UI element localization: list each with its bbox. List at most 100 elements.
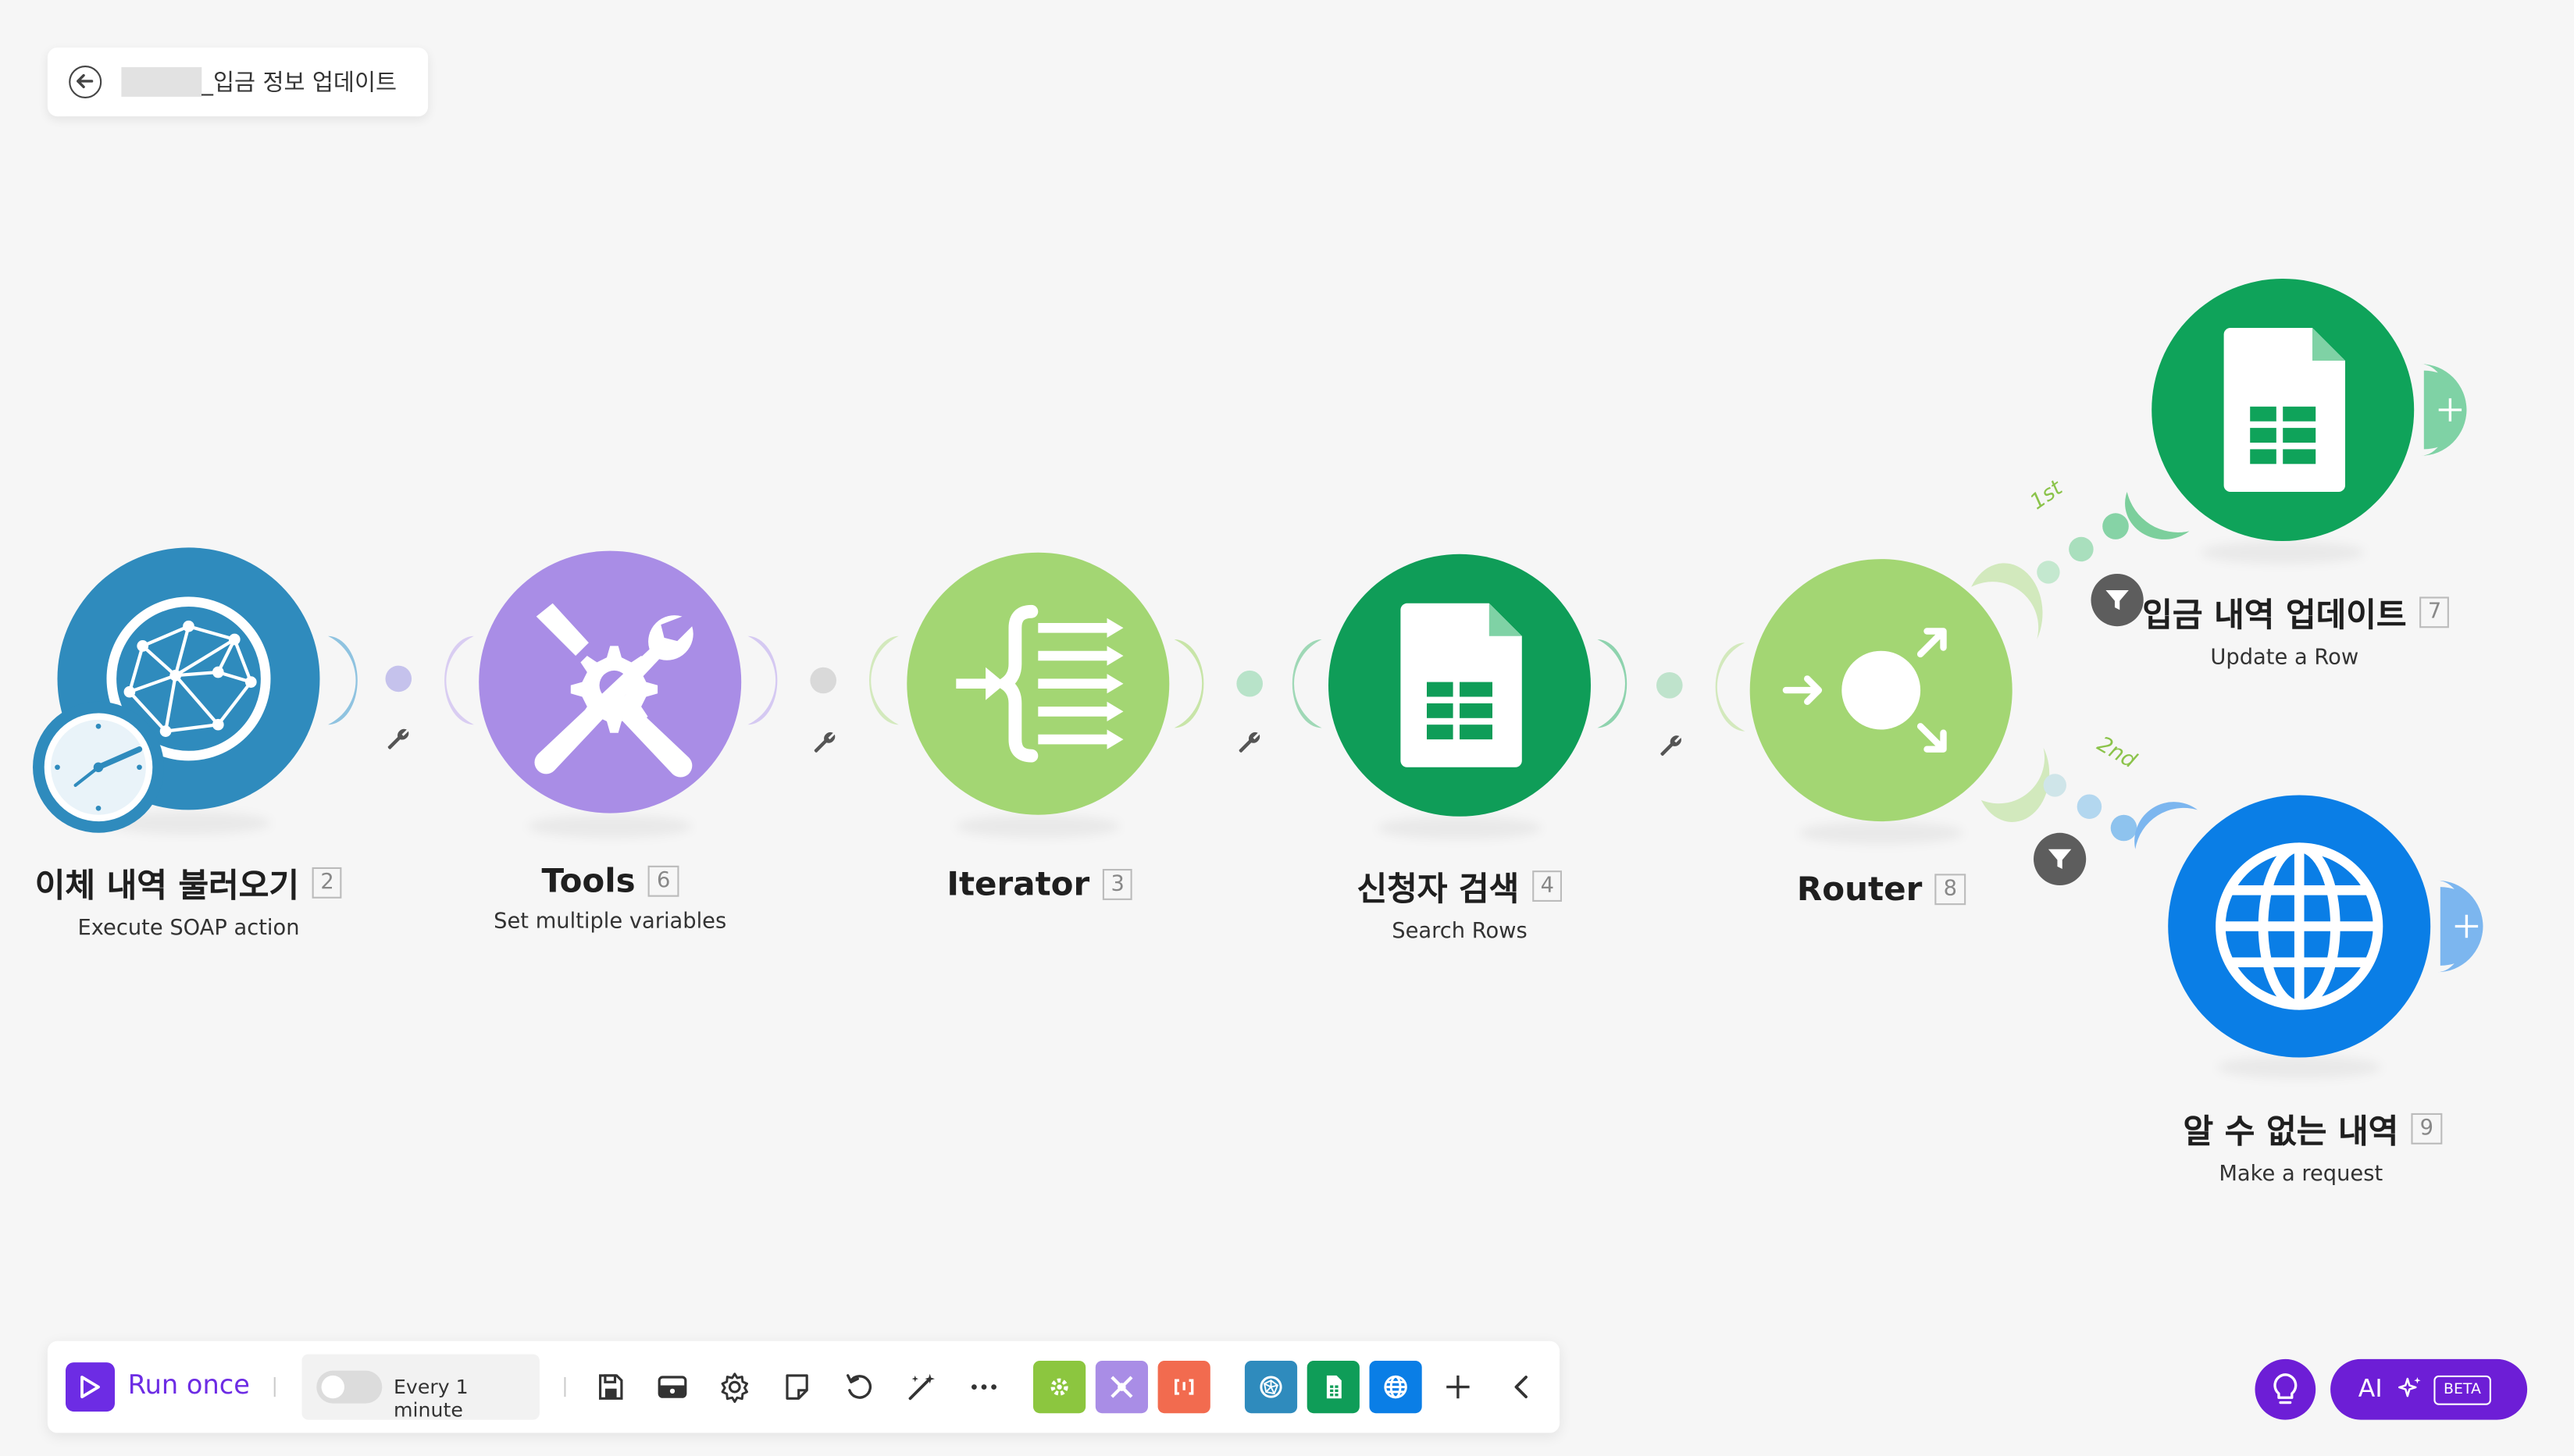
module-sheets-search[interactable] bbox=[1328, 554, 1591, 817]
connector-dot bbox=[1656, 671, 1683, 699]
notes-icon[interactable] bbox=[781, 1371, 814, 1404]
undo-icon[interactable] bbox=[843, 1371, 875, 1404]
divider bbox=[273, 1376, 276, 1397]
module-router[interactable] bbox=[1749, 559, 2012, 822]
google-sheets-icon bbox=[2223, 327, 2345, 492]
module-name: Tools bbox=[541, 860, 636, 900]
add-module-plus-icon[interactable] bbox=[2420, 364, 2480, 456]
scenario-io-icon[interactable] bbox=[656, 1371, 689, 1404]
connector-dot bbox=[1236, 670, 1263, 697]
connector-dot bbox=[2102, 513, 2129, 539]
add-module-plus-icon[interactable] bbox=[2437, 880, 2497, 973]
connector-dot bbox=[385, 665, 412, 692]
run-once-label[interactable]: Run once bbox=[128, 1369, 250, 1400]
module-name: Iterator bbox=[947, 863, 1090, 904]
output-handle[interactable] bbox=[1597, 639, 1627, 728]
module-http[interactable] bbox=[2168, 795, 2431, 1058]
ai-label: AI bbox=[2358, 1373, 2383, 1404]
module-action: Set multiple variables bbox=[494, 910, 727, 935]
wrench-icon[interactable] bbox=[1236, 729, 1263, 756]
add-icon[interactable] bbox=[1442, 1371, 1474, 1404]
module-label: 알 수 없는 내역 9 Make a request bbox=[2184, 1105, 2442, 1187]
soap-app-icon[interactable] bbox=[1244, 1360, 1298, 1414]
settings-icon[interactable] bbox=[718, 1371, 751, 1404]
module-iterator[interactable] bbox=[907, 552, 1170, 815]
module-shadow bbox=[2201, 540, 2365, 564]
module-action: Search Rows bbox=[1392, 920, 1528, 945]
http-globe-icon bbox=[2216, 842, 2383, 1010]
schedule-clock-icon[interactable] bbox=[31, 700, 166, 835]
iterator-icon bbox=[956, 604, 1124, 763]
module-id-badge: 9 bbox=[2412, 1112, 2442, 1145]
input-handle[interactable] bbox=[1292, 639, 1322, 728]
input-handle[interactable] bbox=[869, 635, 899, 725]
lightbulb-icon bbox=[2273, 1373, 2298, 1404]
tools-app-icon[interactable] bbox=[1095, 1360, 1148, 1414]
module-shadow bbox=[956, 814, 1121, 838]
module-id-badge: 8 bbox=[1935, 873, 1966, 905]
output-handle[interactable] bbox=[747, 635, 778, 725]
google-sheets-app-icon[interactable] bbox=[1307, 1360, 1360, 1414]
module-label: Iterator 3 bbox=[947, 863, 1133, 904]
run-once-button[interactable] bbox=[66, 1362, 115, 1412]
module-name: 이체 내역 불러오기 bbox=[34, 865, 300, 906]
sparkle-icon bbox=[2398, 1376, 2421, 1397]
module-label: 신청자 검색 4 Search Rows bbox=[1357, 863, 1563, 945]
connector-dot bbox=[2077, 794, 2102, 819]
module-action: Make a request bbox=[2219, 1162, 2383, 1187]
wrench-icon[interactable] bbox=[812, 729, 839, 756]
module-id-badge: 7 bbox=[2419, 596, 2450, 628]
lightbulb-button[interactable] bbox=[2255, 1358, 2316, 1420]
divider bbox=[564, 1376, 566, 1397]
json-app-icon[interactable] bbox=[1157, 1360, 1210, 1414]
module-tools[interactable] bbox=[479, 550, 742, 813]
module-shadow bbox=[528, 814, 693, 838]
google-sheets-icon bbox=[1400, 603, 1522, 767]
auto-align-icon[interactable] bbox=[905, 1371, 938, 1404]
module-id-badge: 2 bbox=[312, 867, 343, 899]
tools-icon bbox=[534, 603, 693, 778]
save-icon[interactable] bbox=[594, 1371, 626, 1404]
http-app-icon[interactable] bbox=[1369, 1360, 1422, 1414]
filter-icon[interactable] bbox=[2091, 573, 2144, 627]
filter-icon[interactable] bbox=[2034, 832, 2087, 885]
connector-dot bbox=[2043, 774, 2066, 797]
input-handle[interactable] bbox=[1715, 643, 1745, 732]
output-handle[interactable] bbox=[327, 635, 358, 725]
module-label: 이체 내역 불러오기 2 Execute SOAP action bbox=[35, 859, 343, 941]
module-action: Execute SOAP action bbox=[77, 916, 300, 942]
module-name: 알 수 없는 내역 bbox=[2183, 1111, 2399, 1152]
module-shadow bbox=[1799, 821, 1963, 845]
module-action: Update a Row bbox=[2210, 646, 2359, 671]
scheduling-control: Every 1 minute bbox=[301, 1354, 540, 1422]
module-id-badge: 6 bbox=[648, 864, 679, 896]
bottom-toolbar: Run once Every 1 minute bbox=[47, 1340, 1560, 1433]
module-label: Router 8 bbox=[1797, 869, 1966, 908]
tools-app-icon[interactable] bbox=[1033, 1360, 1086, 1414]
module-name: Router bbox=[1796, 869, 1923, 909]
more-icon[interactable] bbox=[968, 1371, 1000, 1404]
module-name: 입금 내역 업데이트 bbox=[2142, 595, 2407, 635]
module-shadow bbox=[2217, 1056, 2382, 1079]
wrench-icon[interactable] bbox=[385, 726, 412, 753]
connector-dot bbox=[810, 667, 836, 694]
module-shadow bbox=[1377, 816, 1542, 840]
output-handle[interactable] bbox=[1174, 639, 1204, 728]
module-label: 입금 내역 업데이트 7 Update a Row bbox=[2142, 589, 2450, 671]
input-handle[interactable] bbox=[444, 635, 474, 725]
scheduling-toggle[interactable] bbox=[316, 1370, 383, 1404]
module-id-badge: 4 bbox=[1532, 870, 1563, 902]
wrench-icon[interactable] bbox=[1658, 733, 1685, 760]
router-icon bbox=[1782, 628, 1947, 753]
beta-badge: BETA bbox=[2433, 1375, 2491, 1405]
chevron-left-icon[interactable] bbox=[1506, 1371, 1538, 1404]
schedule-label[interactable]: Every 1 minute bbox=[394, 1376, 540, 1422]
ai-assistant-button[interactable]: AI BETA bbox=[2330, 1358, 2528, 1420]
module-label: Tools 6 Set multiple variables bbox=[494, 861, 726, 935]
connector-dot bbox=[2069, 536, 2094, 562]
module-sheets-update[interactable] bbox=[2152, 278, 2415, 541]
module-name: 신청자 검색 bbox=[1357, 869, 1520, 909]
connector-dot bbox=[2110, 814, 2137, 842]
module-id-badge: 3 bbox=[1103, 867, 1133, 899]
connector-dot bbox=[2037, 561, 2060, 584]
